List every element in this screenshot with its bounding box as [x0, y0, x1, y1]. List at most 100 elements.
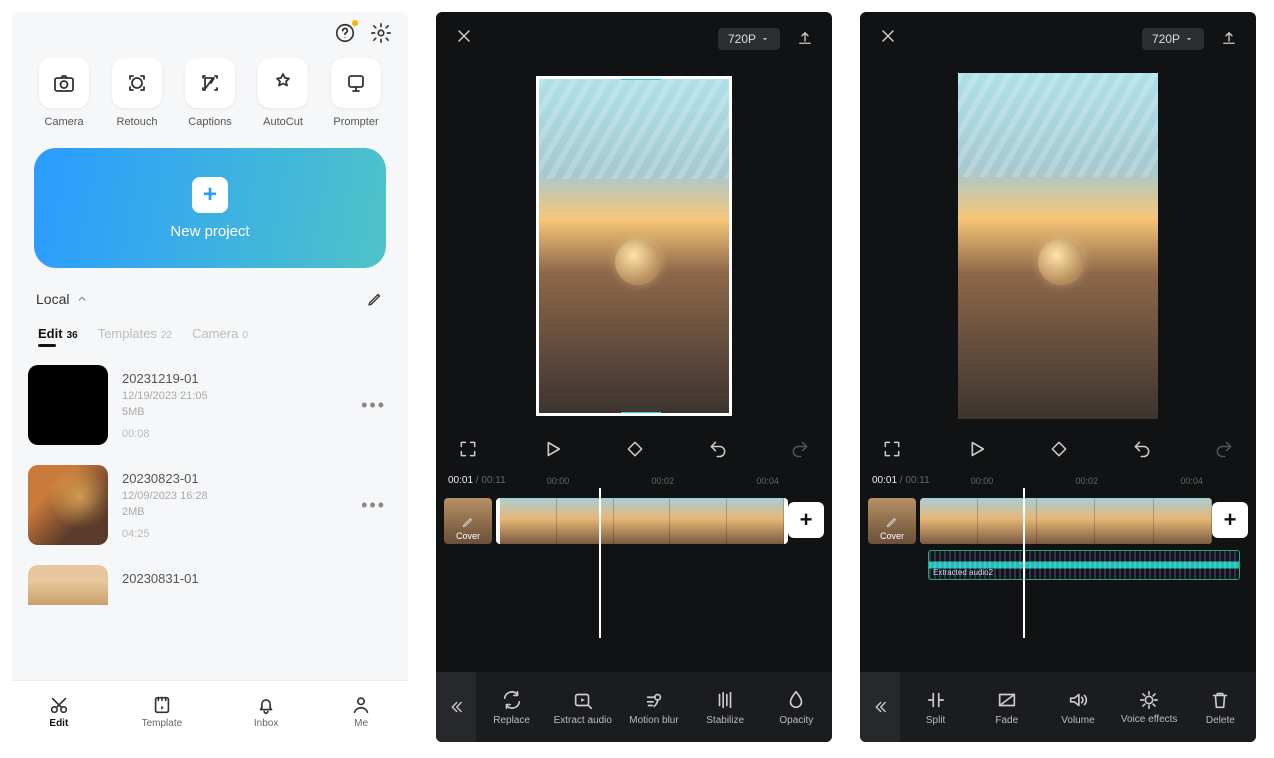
tool-retouch[interactable]: Retouch [107, 58, 167, 128]
video-clip[interactable] [496, 498, 788, 544]
tool-stabilize[interactable]: Stabilize [695, 689, 755, 726]
project-thumbnail [28, 465, 108, 545]
screen-home: Camera Retouch Captions AutoCut Prompter… [12, 12, 408, 742]
project-thumbnail [28, 365, 108, 445]
tool-opacity[interactable]: Opacity [766, 689, 826, 726]
bell-icon [255, 694, 277, 716]
help-icon[interactable] [334, 22, 356, 44]
stabilize-icon [714, 689, 736, 711]
redo-icon[interactable] [790, 439, 810, 464]
undo-icon[interactable] [1132, 439, 1152, 464]
playhead[interactable] [599, 488, 601, 638]
tool-autocut[interactable]: AutoCut [253, 58, 313, 128]
autocut-icon [271, 71, 295, 95]
tool-extract-audio[interactable]: Extract audio [553, 689, 613, 726]
toolbar-back[interactable] [860, 672, 900, 742]
screen-editor-crop: 720P 00:01 / 00:11 00:00 00:02 00:04 [436, 12, 832, 742]
keyframe-icon[interactable] [625, 439, 645, 464]
project-thumbnail [28, 565, 108, 605]
tool-replace[interactable]: Replace [482, 689, 542, 726]
tool-fade[interactable]: Fade [977, 689, 1037, 726]
keyframe-icon[interactable] [1049, 439, 1069, 464]
tool-split[interactable]: Split [906, 689, 966, 726]
undo-icon[interactable] [708, 439, 728, 464]
editor-toolbar: Split Fade Volume Voice effects Delete [860, 672, 1256, 742]
delete-icon [1209, 689, 1231, 711]
nav-template[interactable]: Template [142, 694, 183, 729]
play-icon[interactable] [965, 438, 987, 465]
time-strip: 00:01 / 00:11 00:00 00:02 00:04 [860, 471, 1256, 488]
nav-me[interactable]: Me [350, 694, 372, 729]
close-icon[interactable] [454, 26, 474, 52]
volume-icon [1067, 689, 1089, 711]
tool-camera[interactable]: Camera [34, 58, 94, 128]
cover-button[interactable]: Cover [444, 498, 492, 544]
more-icon[interactable]: ••• [355, 395, 392, 416]
project-item[interactable]: 20231219-01 12/19/2023 21:05 5MB 00:08 •… [28, 365, 392, 445]
tool-volume[interactable]: Volume [1048, 689, 1108, 726]
add-clip-button[interactable]: + [788, 502, 824, 538]
tab-edit[interactable]: Edit36 [38, 326, 78, 341]
close-icon[interactable] [878, 26, 898, 52]
camera-icon [52, 71, 76, 95]
screen-editor-audio: 720P 00:01 / 00:11 00:00 00:02 00:04 [860, 12, 1256, 742]
extract-audio-icon [572, 689, 594, 711]
tool-motion-blur[interactable]: Motion blur [624, 689, 684, 726]
tool-prompter[interactable]: Prompter [326, 58, 386, 128]
retouch-icon [125, 71, 149, 95]
editor-toolbar: Replace Extract audio Motion blur Stabil… [436, 672, 832, 742]
plus-icon: + [192, 177, 228, 213]
opacity-icon [785, 689, 807, 711]
tool-delete[interactable]: Delete [1190, 689, 1250, 726]
project-item[interactable]: 20230823-01 12/09/2023 16:28 2MB 04:25 •… [28, 465, 392, 545]
project-tabs: Edit36 Templates22 Camera0 [12, 314, 408, 347]
more-icon[interactable]: ••• [355, 495, 392, 516]
replace-icon [501, 689, 523, 711]
prompter-icon [344, 71, 368, 95]
play-icon[interactable] [541, 438, 563, 465]
preview-image [539, 79, 729, 413]
tool-captions[interactable]: Captions [180, 58, 240, 128]
split-icon [925, 689, 947, 711]
person-icon [350, 694, 372, 716]
timeline[interactable]: Cover + Extracted audio2 [860, 488, 1256, 598]
tool-voice-effects[interactable]: Voice effects [1119, 689, 1179, 725]
export-icon[interactable] [796, 29, 814, 50]
preview-zone[interactable] [860, 66, 1256, 426]
cover-button[interactable]: Cover [868, 498, 916, 544]
timeline[interactable]: Cover + [436, 488, 832, 558]
tab-camera[interactable]: Camera0 [192, 326, 248, 341]
caret-down-icon [760, 34, 770, 44]
nav-edit[interactable]: Edit [48, 694, 70, 729]
chevron-up-icon [75, 292, 89, 306]
crop-handle-top[interactable] [621, 77, 661, 80]
settings-icon[interactable] [370, 22, 392, 44]
preview-zone[interactable] [436, 66, 832, 426]
playhead[interactable] [1023, 488, 1025, 638]
crop-handle-bottom[interactable] [621, 412, 661, 415]
audio-track[interactable]: Extracted audio2 [928, 550, 1240, 580]
toolbar-back[interactable] [436, 672, 476, 742]
fullscreen-icon[interactable] [882, 439, 902, 464]
add-clip-button[interactable]: + [1212, 502, 1248, 538]
tab-templates[interactable]: Templates22 [98, 326, 172, 341]
video-clip[interactable] [920, 498, 1212, 544]
edit-icon[interactable] [366, 290, 384, 308]
export-icon[interactable] [1220, 29, 1238, 50]
resolution-chip[interactable]: 720P [1142, 28, 1204, 50]
nav-inbox[interactable]: Inbox [254, 694, 278, 729]
voice-effects-icon [1138, 689, 1160, 711]
fullscreen-icon[interactable] [458, 439, 478, 464]
bottom-nav: Edit Template Inbox Me [12, 680, 408, 742]
redo-icon[interactable] [1214, 439, 1234, 464]
template-icon [151, 694, 173, 716]
preview-frame [536, 76, 732, 416]
fade-icon [996, 689, 1018, 711]
project-item[interactable]: 20230831-01 [28, 565, 392, 605]
local-dropdown[interactable]: Local [36, 291, 89, 307]
new-project-button[interactable]: + New project [34, 148, 386, 268]
resolution-chip[interactable]: 720P [718, 28, 780, 50]
scissors-icon [48, 694, 70, 716]
tools-row: Camera Retouch Captions AutoCut Prompter [12, 50, 408, 130]
time-strip: 00:01 / 00:11 00:00 00:02 00:04 [436, 471, 832, 488]
